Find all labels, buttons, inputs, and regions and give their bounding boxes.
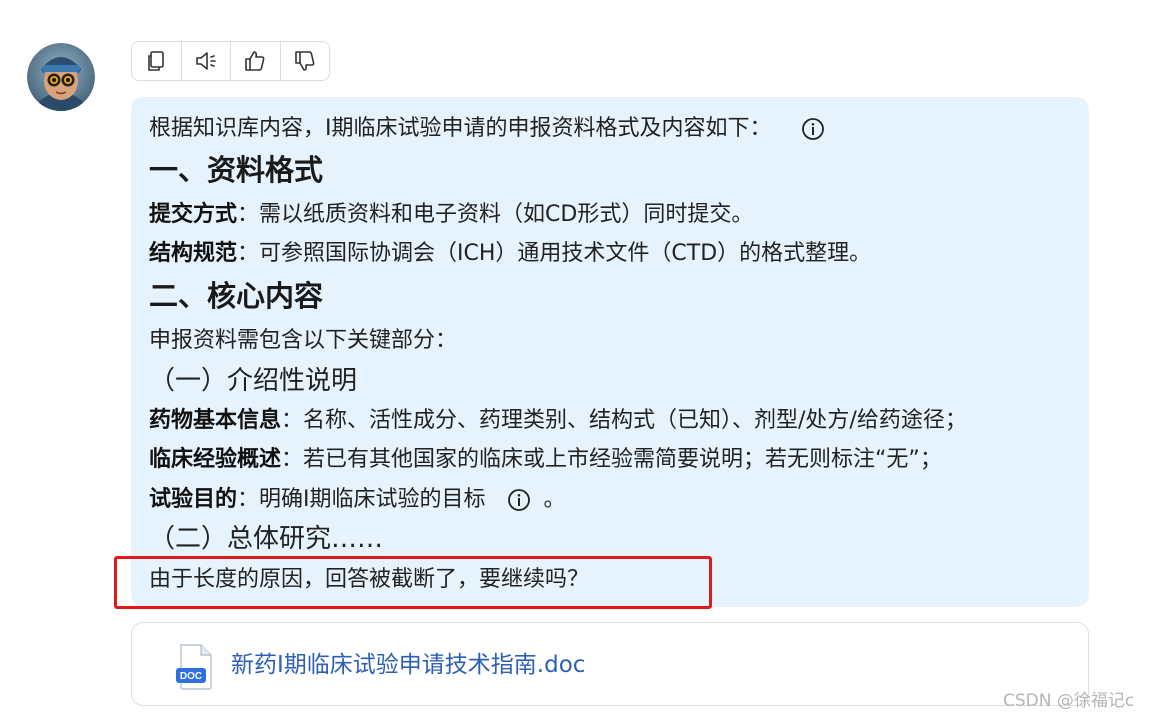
item-label: 试验目的 xyxy=(149,487,238,512)
item-text-end: 。 xyxy=(543,487,566,512)
copy-button[interactable] xyxy=(132,42,182,80)
info-icon[interactable] xyxy=(507,488,531,512)
like-button[interactable] xyxy=(231,42,281,80)
item-label: 临床经验概述 xyxy=(149,447,282,472)
copy-icon xyxy=(148,51,165,71)
list-item: 试验目的：明确I期临床试验的目标 。 xyxy=(149,488,566,512)
item-text: ：若已有其他国家的临床或上市经验需简要说明；若无则标注“无”； xyxy=(281,447,942,472)
dislike-button[interactable] xyxy=(281,42,330,80)
info-icon[interactable] xyxy=(801,117,825,141)
attachment-title[interactable]: 新药I期临床试验申请技术指南.doc xyxy=(231,654,585,677)
content-intro: 申报资料需包含以下关键部分： xyxy=(149,328,458,353)
item-text: ：需以纸质资料和电子资料（如CD形式）同时提交。 xyxy=(237,202,754,227)
list-item: 药物基本信息：名称、活性成分、药理类别、结构式（已知）、剂型/处方/给药途径； xyxy=(149,410,967,432)
list-item: 提交方式：需以纸质资料和电子资料（如CD形式）同时提交。 xyxy=(149,204,753,226)
item-label: 结构规范 xyxy=(149,241,238,266)
highlight-box xyxy=(114,556,712,609)
speaker-icon xyxy=(195,52,216,70)
section-heading-format: 一、资料格式 xyxy=(149,153,324,187)
avatar xyxy=(27,43,95,111)
thumbs-up-icon xyxy=(245,51,265,71)
item-text: ：可参照国际协调会（ICH）通用技术文件（CTD）的格式整理。 xyxy=(237,241,872,266)
subsection-heading-intro: （一）介绍性说明 xyxy=(149,366,358,396)
item-text: ：名称、活性成分、药理类别、结构式（已知）、剂型/处方/给药途径； xyxy=(281,408,967,433)
read-aloud-button[interactable] xyxy=(182,42,231,80)
item-text: ：明确I期临床试验的目标 xyxy=(237,487,486,512)
thumbs-down-icon xyxy=(294,51,315,71)
section-heading-content: 二、核心内容 xyxy=(149,279,324,313)
answer-intro-line: 根据知识库内容，I期临床试验申请的申报资料格式及内容如下： xyxy=(149,117,825,141)
message-actions-toolbar xyxy=(131,41,330,81)
item-label: 药物基本信息 xyxy=(149,408,282,433)
doc-badge-text: DOC xyxy=(180,671,202,682)
subsection-heading-overall: （二）总体研究…… xyxy=(149,524,384,554)
doc-file-icon: DOC xyxy=(175,644,215,690)
answer-intro: 根据知识库内容，I期临床试验申请的申报资料格式及内容如下： xyxy=(149,116,772,141)
attachment-card[interactable]: DOC 新药I期临床试验申请技术指南.doc xyxy=(131,622,1089,706)
item-label: 提交方式 xyxy=(149,202,238,227)
list-item: 临床经验概述：若已有其他国家的临床或上市经验需简要说明；若无则标注“无”； xyxy=(149,449,942,471)
watermark: CSDN @徐福记c xyxy=(1003,691,1135,711)
list-item: 结构规范：可参照国际协调会（ICH）通用技术文件（CTD）的格式整理。 xyxy=(149,243,871,265)
